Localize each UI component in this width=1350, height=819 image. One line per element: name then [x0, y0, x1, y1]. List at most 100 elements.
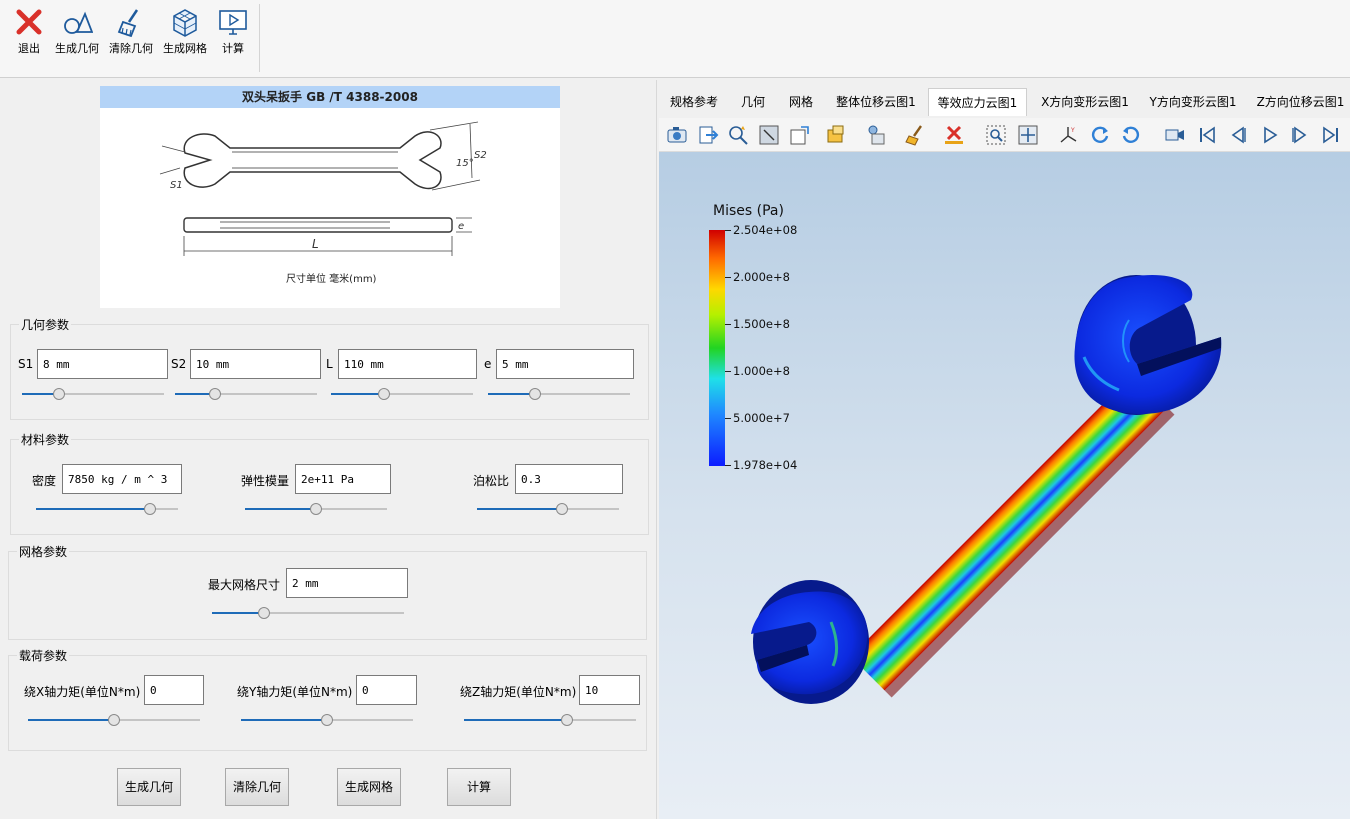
tab-total-displacement[interactable]: 整体位移云图1 — [831, 88, 921, 116]
stress-contour-viewport[interactable]: Mises (Pa) 2.504e+08 2.000e+8 1.500e+8 1… — [659, 152, 1350, 819]
zoom-select-icon[interactable] — [727, 124, 749, 146]
last-frame-icon[interactable] — [1320, 124, 1342, 146]
brush-icon — [117, 9, 139, 38]
moment-x-input[interactable]: 0 — [144, 675, 204, 705]
axes-icon[interactable]: Y — [1057, 124, 1079, 146]
diagram-caption: 尺寸单位 毫米(mm) — [286, 272, 377, 285]
moment-z-input[interactable]: 10 — [579, 675, 640, 705]
wrench-drawing: S1 S2 15° L e 尺寸单位 毫米(mm) — [159, 121, 487, 285]
clear-geometry-tool-label: 清除几何 — [109, 42, 153, 55]
parameter-panel: 双头呆扳手 GB /T 4388-2008 S1 S2 15° L e 尺寸单位… — [0, 80, 657, 819]
l-label: L — [326, 357, 333, 371]
youngs-modulus-slider[interactable] — [245, 503, 387, 515]
clear-icon[interactable] — [943, 124, 965, 146]
toolbar-separator — [259, 4, 260, 72]
play-icon[interactable] — [1259, 124, 1281, 146]
pan-icon[interactable] — [1017, 124, 1039, 146]
tab-mesh[interactable]: 网格 — [781, 88, 821, 116]
result-panel: 规格参考 几何 网格 整体位移云图1 等效应力云图1 X方向变形云图1 Y方向变… — [659, 80, 1350, 819]
tab-z-displacement[interactable]: Z方向位移云图1 — [1251, 88, 1350, 116]
moment-x-slider[interactable] — [28, 714, 200, 726]
moment-y-slider[interactable] — [241, 714, 413, 726]
mesh-cube-icon — [173, 9, 197, 37]
export-icon[interactable] — [697, 124, 719, 146]
s2-slider[interactable] — [175, 388, 317, 400]
generate-geometry-button[interactable]: 生成几何 — [117, 768, 181, 806]
moment-y-input[interactable]: 0 — [356, 675, 417, 705]
generate-mesh-tool-label: 生成网格 — [163, 42, 207, 55]
shapes-icon — [64, 11, 93, 34]
camera-icon[interactable] — [666, 124, 688, 146]
s1-dim-label: S1 — [170, 180, 183, 191]
clear-geometry-tool-button[interactable]: 清除几何 — [106, 6, 156, 58]
color-icon[interactable] — [826, 124, 848, 146]
l-input[interactable]: 110 mm — [338, 349, 477, 379]
s2-input[interactable]: 10 mm — [190, 349, 321, 379]
tab-y-deformation[interactable]: Y方向变形云图1 — [1143, 88, 1243, 116]
tab-geometry[interactable]: 几何 — [731, 88, 775, 116]
result-tabs: 规格参考 几何 网格 整体位移云图1 等效应力云图1 X方向变形云图1 Y方向变… — [659, 88, 1350, 116]
moment-z-label: 绕Z轴力矩(单位N*m) — [460, 685, 577, 699]
fit-icon[interactable] — [758, 124, 780, 146]
generate-mesh-button[interactable]: 生成网格 — [337, 768, 401, 806]
next-frame-icon[interactable] — [1289, 124, 1311, 146]
tab-x-deformation[interactable]: X方向变形云图1 — [1035, 88, 1135, 116]
youngs-modulus-label: 弹性模量 — [241, 474, 290, 488]
rotate-cw-icon[interactable] — [1089, 124, 1111, 146]
compute-tool-label: 计算 — [222, 42, 244, 55]
compute-monitor-icon — [219, 10, 247, 35]
e-slider[interactable] — [488, 388, 630, 400]
tab-spec-reference[interactable]: 规格参考 — [663, 88, 725, 116]
generate-mesh-tool-button[interactable]: 生成网格 — [160, 6, 210, 58]
svg-text:Y: Y — [1070, 127, 1075, 134]
s1-label: S1 — [18, 357, 34, 371]
max-mesh-size-label: 最大网格尺寸 — [208, 578, 281, 592]
box-icon[interactable] — [788, 124, 810, 146]
density-slider[interactable] — [36, 503, 178, 515]
wrench-stress-model — [751, 274, 1222, 704]
exit-label: 退出 — [18, 42, 40, 55]
compute-button[interactable]: 计算 — [447, 768, 511, 806]
moment-y-label: 绕Y轴力矩(单位N*m) — [237, 685, 353, 699]
moment-z-slider[interactable] — [464, 714, 636, 726]
rotate-ccw-icon[interactable] — [1120, 124, 1142, 146]
main-toolbar: 退出 生成几何 清除几何 生成网格 计算 — [0, 0, 1350, 78]
viewer-toolbar: Y — [659, 118, 1350, 152]
generate-geometry-tool-label: 生成几何 — [55, 42, 99, 55]
max-mesh-size-input[interactable]: 2 mm — [286, 568, 408, 598]
wrench-spec-diagram: 双头呆扳手 GB /T 4388-2008 S1 S2 15° L e 尺寸单位… — [100, 86, 560, 308]
generate-geometry-tool-button[interactable]: 生成几何 — [52, 6, 102, 58]
prev-frame-icon[interactable] — [1227, 124, 1249, 146]
e-dim-label: e — [458, 221, 464, 232]
s2-dim-label: S2 — [474, 150, 487, 161]
s1-input[interactable]: 8 mm — [37, 349, 168, 379]
poisson-ratio-input[interactable]: 0.3 — [515, 464, 623, 494]
video-icon[interactable] — [1164, 124, 1186, 146]
density-label: 密度 — [32, 474, 57, 488]
zoom-box-icon[interactable] — [985, 124, 1007, 146]
compute-tool-button[interactable]: 计算 — [208, 6, 258, 58]
load-group: 载荷参数 — [8, 647, 647, 751]
s2-label: S2 — [171, 357, 187, 371]
first-frame-icon[interactable] — [1196, 124, 1218, 146]
exit-button[interactable]: 退出 — [4, 6, 54, 58]
max-mesh-size-slider[interactable] — [212, 607, 404, 619]
l-slider[interactable] — [331, 388, 473, 400]
poisson-ratio-label: 泊松比 — [473, 474, 510, 488]
moment-x-label: 绕X轴力矩(单位N*m) — [24, 685, 141, 699]
poisson-ratio-slider[interactable] — [477, 503, 619, 515]
s1-slider[interactable] — [22, 388, 164, 400]
clear-geometry-button[interactable]: 清除几何 — [225, 768, 289, 806]
material-group-title: 材料参数 — [19, 431, 72, 448]
e-label: e — [484, 357, 492, 371]
load-group-title: 载荷参数 — [17, 647, 70, 664]
clean-icon[interactable] — [904, 124, 926, 146]
exit-icon — [16, 9, 42, 35]
tab-equivalent-stress[interactable]: 等效应力云图1 — [928, 88, 1027, 116]
density-input[interactable]: 7850 kg / m ^ 3 — [62, 464, 182, 494]
e-input[interactable]: 5 mm — [496, 349, 634, 379]
display-icon[interactable] — [865, 124, 887, 146]
geometry-group-title: 几何参数 — [19, 316, 72, 333]
l-dim-label: L — [312, 237, 319, 251]
youngs-modulus-input[interactable]: 2e+11 Pa — [295, 464, 391, 494]
